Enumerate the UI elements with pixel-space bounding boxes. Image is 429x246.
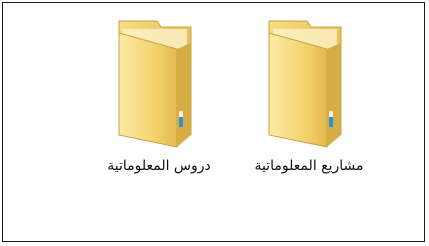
explorer-window: مشاريع المعلوماتية دروس المعلوماتية — [2, 2, 425, 242]
folder-item-lessons[interactable]: دروس المعلوماتية — [89, 13, 229, 175]
folder-label: دروس المعلوماتية — [107, 158, 211, 174]
folder-label: مشاريع المعلوماتية — [254, 158, 364, 174]
folder-icon — [268, 20, 342, 148]
folder-item-projects[interactable]: مشاريع المعلوماتية — [239, 13, 379, 175]
folder-icon — [118, 20, 192, 148]
